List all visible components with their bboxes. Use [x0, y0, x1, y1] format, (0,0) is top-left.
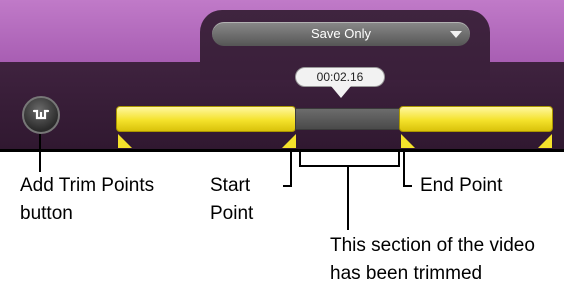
trimmed-caption-line1: This section of the video	[330, 235, 535, 256]
callout-line-start-point	[283, 152, 292, 187]
start-caption-line1: Start	[210, 175, 251, 196]
callout-bracket-trimmed	[299, 152, 400, 167]
trimmed-caption-line2: has been trimmed	[330, 263, 483, 284]
start-point-caption: Start Point	[210, 172, 253, 228]
end-point-caption: End Point	[420, 175, 503, 196]
add-trim-caption-line2: button	[20, 203, 73, 224]
add-trim-caption-line1: Add Trim Points	[20, 175, 155, 196]
callout-line-end-point	[403, 152, 412, 187]
add-trim-points-caption: Add Trim Points button	[20, 172, 154, 228]
trimmed-section-caption: This section of the video has been trimm…	[330, 232, 535, 288]
start-caption-line2: Point	[210, 203, 254, 224]
